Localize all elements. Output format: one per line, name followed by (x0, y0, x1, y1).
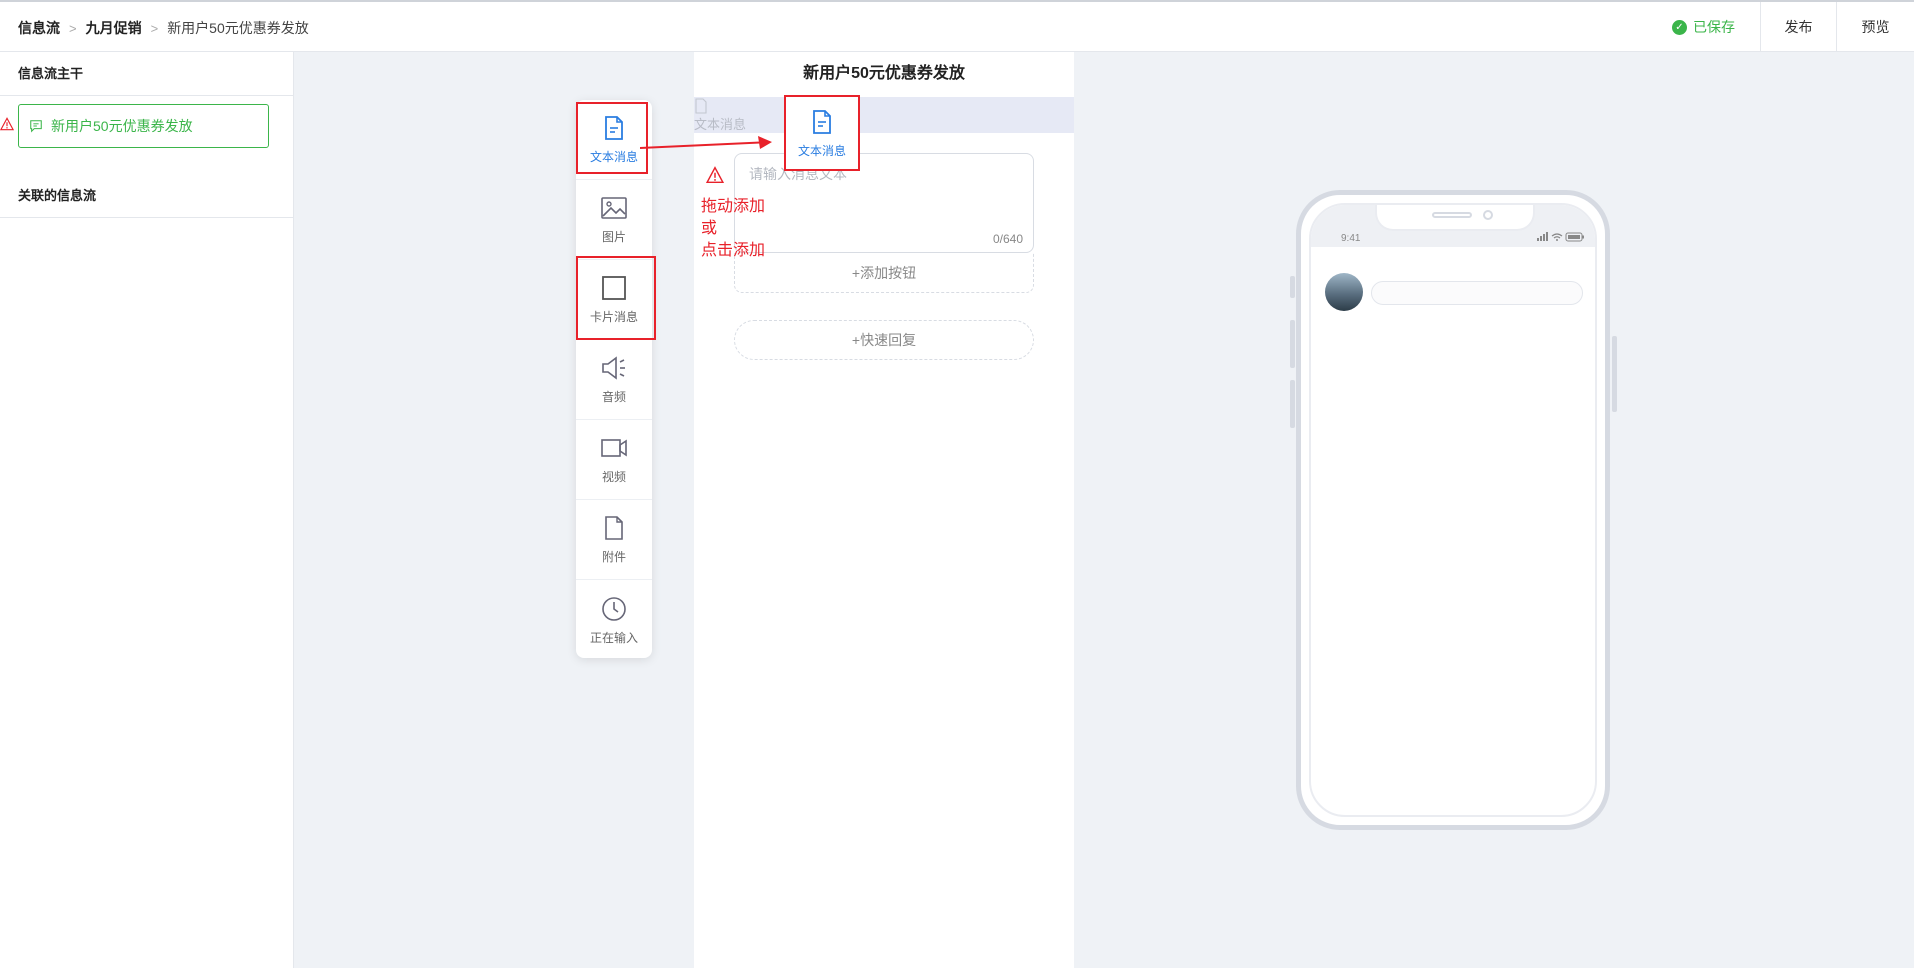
breadcrumb-item-campaign[interactable]: 九月促销 (86, 18, 142, 38)
char-counter: 0/640 (992, 232, 1023, 246)
highlight-text-message (576, 102, 648, 174)
breadcrumb-item-root[interactable]: 信息流 (18, 18, 60, 38)
palette-label: 音频 (601, 390, 626, 404)
phone-mute-switch (1290, 276, 1295, 298)
phone-power-button (1612, 336, 1617, 412)
sidebar-related-title: 关联的信息流 (0, 174, 294, 218)
add-button-button[interactable]: +添加按钮 (734, 253, 1034, 293)
phone-time: 9:41 (1341, 233, 1361, 244)
video-icon (601, 439, 627, 457)
drop-zone[interactable] (694, 97, 1074, 133)
warning-icon (0, 117, 14, 131)
drag-card-label: 文本消息 (797, 143, 846, 158)
drag-hint: 拖动添加 或 点击添加 (701, 196, 765, 262)
phone-preview: 9:41 (1296, 190, 1610, 830)
palette-label: 正在输入 (589, 630, 638, 645)
dragged-text-message-card[interactable]: 文本消息 (784, 95, 860, 171)
status-icons (1537, 232, 1584, 242)
phone-status-bar: 9:41 (1311, 205, 1595, 247)
sidebar-item-label: 新用户50元优惠券发放 (51, 118, 193, 134)
palette-item-image[interactable]: 图片 (576, 180, 652, 260)
drag-ghost: 文本消息 (694, 98, 746, 133)
attachment-icon (605, 516, 623, 540)
phone-screen: 9:41 (1309, 203, 1597, 817)
audio-icon (602, 356, 625, 380)
palette-item-audio[interactable]: 音频 (576, 340, 652, 420)
hint-line: 拖动添加 (701, 198, 766, 215)
sidebar-item-flow[interactable]: 新用户50元优惠券发放 (18, 104, 269, 148)
palette-item-typing[interactable]: 正在输入 (576, 580, 652, 660)
palette-label: 附件 (601, 550, 626, 564)
palette-label: 图片 (601, 230, 626, 244)
phone-volume-up (1290, 320, 1295, 368)
quick-reply-button[interactable]: +快速回复 (734, 320, 1034, 360)
sidebar: 信息流主干 新用户50元优惠券发放 关联的信息流 (0, 52, 294, 968)
phone-notch (1375, 205, 1535, 231)
drag-arrow (640, 136, 772, 149)
hint-line: 点击添加 (701, 242, 766, 259)
chevron-right-icon: > (150, 20, 159, 36)
highlight-card-message (576, 256, 656, 340)
palette-label: 视频 (601, 470, 626, 484)
typing-clock-icon (602, 596, 626, 621)
text-message-icon (813, 109, 831, 134)
sidebar-main-title: 信息流主干 (0, 52, 293, 96)
speaker-icon (1432, 212, 1472, 218)
hint-line: 或 (701, 220, 718, 237)
palette-item-video[interactable]: 视频 (576, 420, 652, 500)
preview-button[interactable]: 预览 (1836, 2, 1914, 52)
text-message-icon (695, 98, 707, 114)
message-text-input[interactable]: 请输入消息文本 0/640 (734, 153, 1034, 253)
breadcrumb-item-current: 新用户50元优惠券发放 (167, 20, 309, 36)
breadcrumb: 信息流 > 九月促销 > 新用户50元优惠券发放 (18, 18, 309, 38)
camera-icon (1483, 210, 1493, 220)
phone-volume-down (1290, 380, 1295, 428)
message-editor: 新用户50元优惠券发放 文本消息 请输入消息文本 0/640 +添加按钮 +快速… (694, 52, 1074, 968)
saved-label: 已保存 (1693, 19, 1735, 35)
avatar (1325, 273, 1363, 311)
editor-title: 新用户50元优惠券发放 (803, 65, 965, 82)
message-type-palette: 文本消息 图片 卡片消息 音频 视频 附件 正在输入 (576, 100, 652, 658)
chat-icon (30, 120, 42, 133)
check-circle-icon: ✓ (1672, 19, 1687, 35)
palette-item-attachment[interactable]: 附件 (576, 500, 652, 580)
top-bar: 信息流 > 九月促销 > 新用户50元优惠券发放 ✓ 已保存 发布 预览 (0, 0, 1914, 52)
chevron-right-icon: > (69, 20, 77, 36)
warning-icon (706, 166, 724, 184)
publish-button[interactable]: 发布 (1760, 2, 1836, 52)
image-icon (601, 197, 627, 219)
message-bubble-empty (1371, 281, 1583, 305)
drag-ghost-label: 文本消息 (694, 117, 747, 132)
saved-status: ✓ 已保存 (1672, 17, 1735, 37)
